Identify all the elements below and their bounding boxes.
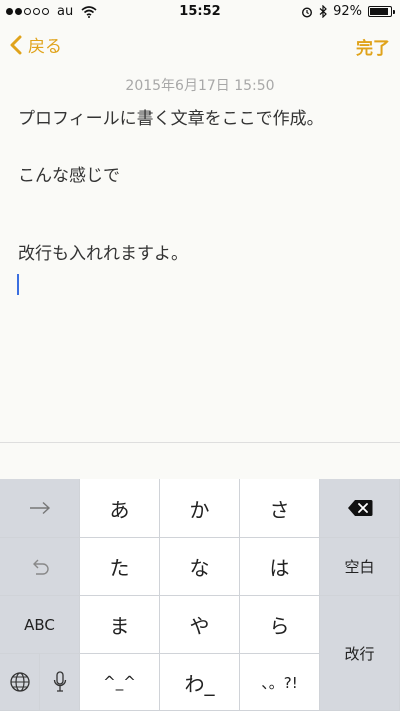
divider	[0, 442, 400, 443]
status-bar: au 15:52 92%	[0, 0, 400, 24]
arrow-right-key[interactable]	[0, 479, 80, 538]
kana-key[interactable]: わ_	[160, 654, 240, 711]
globe-icon	[9, 672, 30, 692]
kana-key[interactable]: あ	[80, 479, 160, 538]
kana-key[interactable]: な	[160, 538, 240, 596]
kana-key[interactable]: た	[80, 538, 160, 596]
battery-percent: 92%	[333, 4, 362, 19]
status-right: 92%	[301, 4, 395, 19]
note-line[interactable]: 改行も入れれますよ。	[18, 243, 382, 266]
back-label: 戻る	[28, 37, 62, 57]
undo-icon	[32, 559, 49, 575]
text-cursor	[17, 274, 19, 295]
microphone-icon	[53, 671, 66, 692]
kaomoji-key[interactable]: ^_^	[80, 654, 160, 711]
abc-key[interactable]: ABC	[0, 596, 80, 654]
kana-key[interactable]: さ	[240, 479, 320, 538]
note-body[interactable]: プロフィールに書く文章をここで作成。 こんな感じで 改行も入れれますよ。	[18, 108, 382, 266]
space-key[interactable]: 空白	[320, 538, 400, 596]
bluetooth-icon	[319, 5, 327, 18]
kana-key[interactable]: ま	[80, 596, 160, 654]
undo-key[interactable]	[0, 538, 80, 596]
kana-key[interactable]: ら	[240, 596, 320, 654]
battery-icon	[368, 6, 395, 17]
chevron-left-icon	[10, 35, 22, 54]
battery-fill	[370, 8, 388, 15]
arrow-right-icon	[29, 501, 50, 515]
keyboard: ABC あ か さ た な は ま や ら ^_^ わ_ 、。?! 空白 改行	[0, 479, 400, 711]
back-button[interactable]: 戻る	[10, 32, 62, 57]
nav-bar: 戻る 完了	[0, 28, 400, 62]
alarm-icon	[302, 6, 313, 18]
note-line[interactable]: プロフィールに書く文章をここで作成。	[18, 108, 382, 131]
return-key[interactable]: 改行	[320, 596, 400, 711]
kana-key[interactable]: か	[160, 479, 240, 538]
delete-key[interactable]	[320, 479, 400, 538]
note-date: 2015年6月17日 15:50	[125, 78, 275, 94]
kana-key[interactable]: や	[160, 596, 240, 654]
kana-key[interactable]: は	[240, 538, 320, 596]
note-line[interactable]: こんな感じで	[18, 165, 382, 188]
delete-icon	[347, 500, 372, 516]
microphone-key[interactable]	[40, 654, 80, 711]
done-button[interactable]: 完了	[356, 34, 390, 59]
punctuation-key[interactable]: 、。?!	[240, 654, 320, 711]
globe-key[interactable]	[0, 654, 40, 711]
